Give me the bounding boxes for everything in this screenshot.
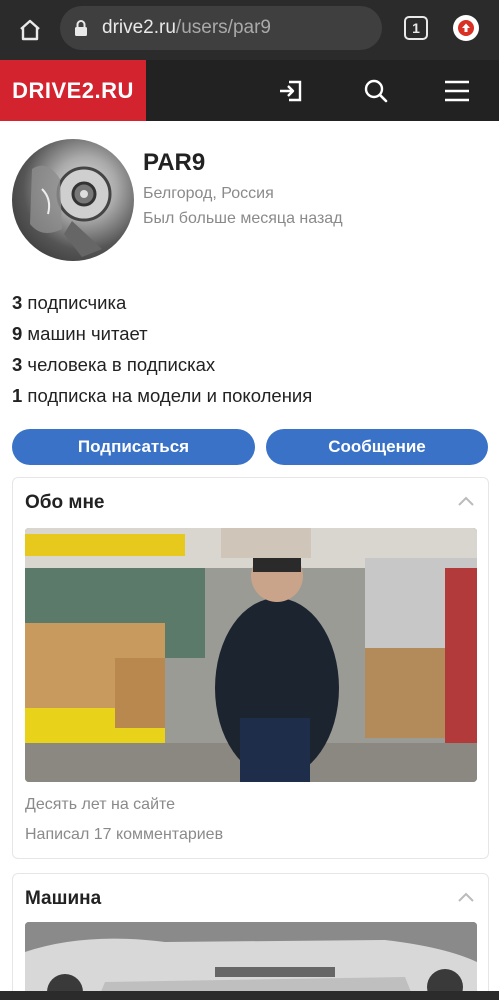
stat-cars-following[interactable]: 9 машин читает <box>12 322 492 353</box>
user-stats: 3 подписчика 9 машин читает 3 человека в… <box>12 291 492 415</box>
system-nav-bar <box>0 991 499 1000</box>
address-bar[interactable]: drive2.ru/users/par9 <box>60 6 382 50</box>
about-photo[interactable] <box>25 528 477 782</box>
stat-followers[interactable]: 3 подписчика <box>12 291 492 322</box>
tab-switcher-button[interactable]: 1 <box>404 16 428 40</box>
update-icon[interactable] <box>453 15 479 41</box>
menu-icon[interactable] <box>442 76 472 106</box>
browser-toolbar: drive2.ru/users/par9 1 <box>0 0 499 60</box>
about-title: Обо мне <box>25 492 105 513</box>
stat-people-following[interactable]: 3 человека в подписках <box>12 353 492 384</box>
home-icon[interactable] <box>14 14 46 46</box>
car-photo[interactable] <box>25 922 477 1000</box>
chevron-up-icon[interactable] <box>458 892 474 902</box>
about-card: Обо мне Десять лет на сайте Написал 17 к… <box>12 477 489 859</box>
subscribe-button[interactable]: Подписаться <box>12 429 255 465</box>
user-location: Белгород, Россия <box>143 185 274 202</box>
chevron-up-icon[interactable] <box>458 496 474 506</box>
stat-model-subscriptions[interactable]: 1 подписка на модели и поколения <box>12 384 492 415</box>
site-logo[interactable]: DRIVE2.RU <box>0 60 146 121</box>
url-text: drive2.ru/users/par9 <box>102 17 271 38</box>
login-icon[interactable] <box>276 76 306 106</box>
car-card: Машина <box>12 873 489 1000</box>
search-icon[interactable] <box>361 76 391 106</box>
car-title: Машина <box>25 888 102 909</box>
last-seen: Был больше месяца назад <box>143 210 343 227</box>
profile-page: PAR9 Белгород, Россия Был больше месяца … <box>0 121 499 1000</box>
years-on-site: Десять лет на сайте <box>25 796 176 813</box>
username: PAR9 <box>143 149 206 176</box>
comments-count: Написал 17 комментариев <box>25 826 224 843</box>
lock-icon <box>74 19 92 37</box>
site-header: DRIVE2.RU <box>0 60 499 121</box>
message-button[interactable]: Сообщение <box>266 429 488 465</box>
avatar[interactable] <box>12 139 134 261</box>
